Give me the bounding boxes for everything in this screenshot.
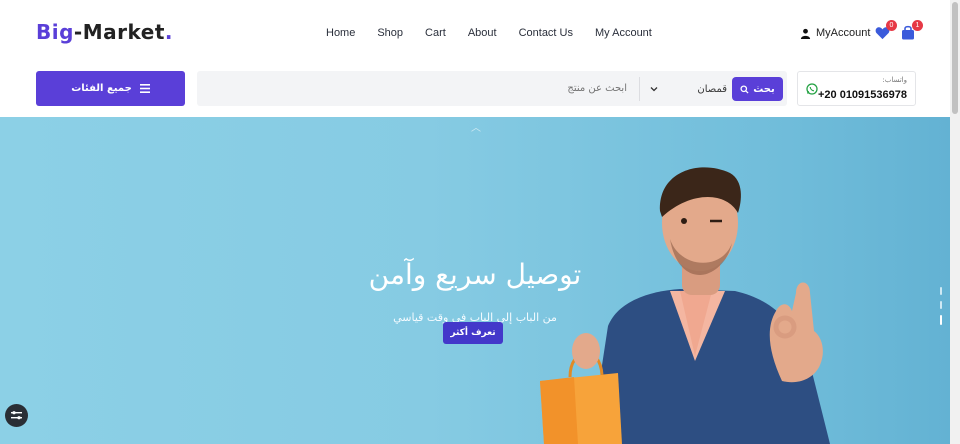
logo-part-1: Big <box>36 20 74 44</box>
whatsapp-contact[interactable]: واتساب: +20 01091536978 <box>797 71 916 106</box>
hero-banner: ︿ توصيل سريع وآمن من الباب إلى الباب في <box>0 117 950 444</box>
nav-about[interactable]: About <box>468 27 497 39</box>
cart-count-badge: 1 <box>912 20 923 31</box>
all-categories-button[interactable]: جميع الفئات <box>36 71 185 106</box>
hero-title: توصيل سريع وآمن <box>368 258 582 291</box>
cart-button[interactable]: 1 <box>901 20 923 41</box>
slider-dot[interactable] <box>940 301 942 309</box>
page-scrollbar[interactable] <box>950 0 960 444</box>
all-categories-label: جميع الفئات <box>71 83 132 94</box>
nav-cart[interactable]: Cart <box>425 27 446 39</box>
chevron-down-icon <box>650 87 658 92</box>
user-icon <box>800 28 811 39</box>
slider-dot-active[interactable] <box>940 315 942 325</box>
phone-number: +20 01091536978 <box>817 89 907 101</box>
account-label: MyAccount <box>816 27 871 39</box>
search-icon <box>740 84 749 94</box>
chevron-up-icon: ︿ <box>471 123 481 134</box>
nav-home[interactable]: Home <box>326 27 355 39</box>
main-nav: Home Shop Cart About Contact Us My Accou… <box>326 27 674 39</box>
wishlist-button[interactable]: 0 <box>875 20 897 41</box>
logo-part-2: -Market <box>73 20 165 44</box>
nav-shop[interactable]: Shop <box>377 27 403 39</box>
whatsapp-icon <box>806 83 818 95</box>
scrollbar-thumb[interactable] <box>952 2 958 114</box>
menu-icon <box>139 84 150 93</box>
search-input[interactable] <box>197 71 639 106</box>
wishlist-count-badge: 0 <box>886 20 897 31</box>
whatsapp-label: واتساب: <box>882 76 907 84</box>
nav-contact[interactable]: Contact Us <box>519 27 573 39</box>
site-logo[interactable]: Big-Market. <box>36 20 173 44</box>
page: Big-Market. Home Shop Cart About Contact… <box>0 0 960 444</box>
category-select[interactable]: قمصان <box>639 77 735 101</box>
search-button[interactable]: بحث <box>732 77 783 101</box>
search-bar: قمصان بحث <box>197 71 787 106</box>
nav-my-account[interactable]: My Account <box>595 27 652 39</box>
settings-fab[interactable] <box>5 404 28 427</box>
logo-dot: . <box>164 20 173 44</box>
slider-dot[interactable] <box>940 287 942 295</box>
learn-more-button[interactable]: تعرف أكثر <box>443 322 503 344</box>
category-select-value: قمصان <box>697 83 727 95</box>
slider-pagination <box>940 287 943 331</box>
search-button-label: بحث <box>753 83 775 95</box>
account-link[interactable]: MyAccount <box>800 27 870 39</box>
settings-icon <box>11 410 22 419</box>
top-navbar: Big-Market. Home Shop Cart About Contact… <box>0 0 950 68</box>
hero-model-image <box>540 167 830 444</box>
